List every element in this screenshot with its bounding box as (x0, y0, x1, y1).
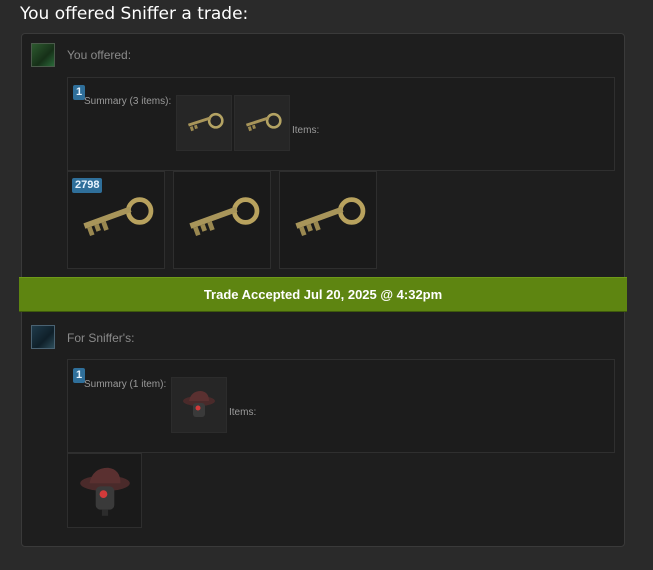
key-icon (189, 197, 260, 237)
page-title: You offered Sniffer a trade: (20, 4, 249, 24)
for-sniffer-label: For Sniffer's: (67, 331, 135, 345)
items-label: Items: (292, 125, 320, 136)
hat-icon (183, 391, 215, 417)
summary-item-thumb[interactable] (234, 95, 290, 151)
key-icon (83, 197, 154, 237)
key-icon (187, 112, 224, 132)
trade-accepted-text: Trade Accepted Jul 20, 2025 @ 4:32pm (203, 287, 443, 302)
offered-item-slot[interactable] (173, 171, 271, 269)
you-offered-summary: 1 Summary (3 items): Items: (67, 77, 615, 171)
for-sniffer-summary: 1 Summary (1 item): Items: (67, 359, 615, 453)
key-icon (245, 112, 282, 132)
offered-item-slot[interactable] (279, 171, 377, 269)
item-quantity-badge: 2798 (72, 178, 103, 193)
my-avatar[interactable] (31, 43, 55, 67)
summary-item-thumb[interactable] (176, 95, 232, 151)
summary-label: Summary (3 items): (84, 96, 172, 107)
received-item-slot[interactable] (67, 453, 142, 528)
offered-item-slot[interactable]: 2798 (67, 171, 165, 269)
hat-icon (79, 467, 130, 516)
you-offered-label: You offered: (67, 48, 132, 62)
key-icon (295, 197, 366, 237)
partner-avatar[interactable] (31, 325, 55, 349)
summary-label: Summary (1 item): (84, 379, 167, 390)
summary-item-thumb[interactable] (171, 377, 227, 433)
items-label: Items: (229, 407, 257, 418)
trade-accepted-banner: Trade Accepted Jul 20, 2025 @ 4:32pm (19, 277, 627, 312)
